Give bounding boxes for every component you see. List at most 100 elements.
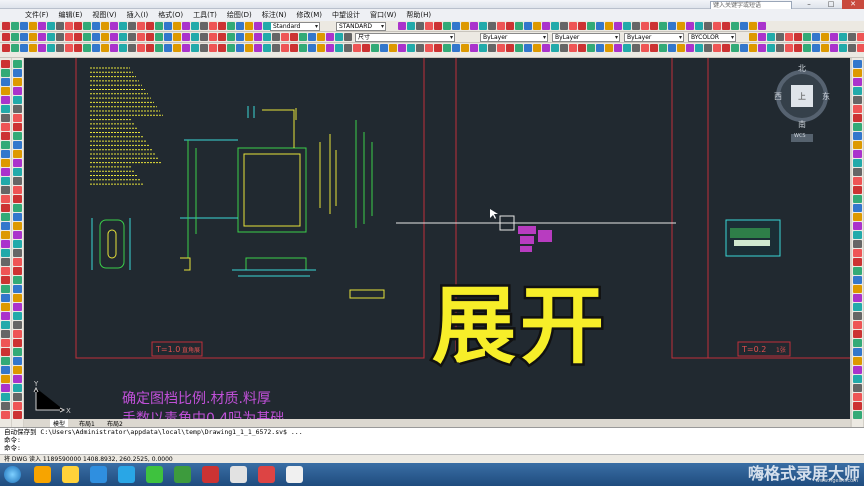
toolbar-tool-icon[interactable] (398, 22, 406, 30)
toolbar-tool-icon[interactable] (236, 44, 244, 52)
toolbar-tool-icon[interactable] (470, 22, 478, 30)
side-tool-icon[interactable] (1, 231, 10, 239)
toolbar-tool-icon[interactable] (470, 44, 478, 52)
toolbar-tool-icon[interactable] (596, 44, 604, 52)
toolbar-tool-icon[interactable] (254, 44, 262, 52)
toolbar-tool-icon[interactable] (173, 22, 181, 30)
toolbar-tool-icon[interactable] (731, 22, 739, 30)
toolbar-tool-icon[interactable] (101, 44, 109, 52)
toolbar-tool-icon[interactable] (749, 44, 757, 52)
side-tool-icon[interactable] (13, 240, 22, 248)
side-tool-icon[interactable] (853, 240, 862, 248)
toolbar-tool-icon[interactable] (128, 33, 136, 41)
side-tool-icon[interactable] (1, 312, 10, 320)
toolbar-tool-icon[interactable] (533, 44, 541, 52)
toolbar-tool-icon[interactable] (416, 22, 424, 30)
toolbar-tool-icon[interactable] (695, 22, 703, 30)
side-tool-icon[interactable] (853, 330, 862, 338)
toolbar-tool-icon[interactable] (614, 22, 622, 30)
side-tool-icon[interactable] (853, 204, 862, 212)
compass-west[interactable]: 西 (774, 91, 782, 102)
toolbar-tool-icon[interactable] (20, 22, 28, 30)
side-tool-icon[interactable] (1, 330, 10, 338)
taskbar-app-icon[interactable] (90, 466, 107, 483)
toolbar-tool-icon[interactable] (749, 33, 757, 41)
side-tool-icon[interactable] (853, 249, 862, 257)
side-tool-icon[interactable] (13, 375, 22, 383)
side-tool-icon[interactable] (1, 294, 10, 302)
toolbar-tool-icon[interactable] (857, 33, 864, 41)
toolbar-tool-icon[interactable] (560, 22, 568, 30)
side-tool-icon[interactable] (853, 294, 862, 302)
side-tool-icon[interactable] (853, 123, 862, 131)
toolbar-tool-icon[interactable] (254, 22, 262, 30)
compass-east[interactable]: 东 (822, 91, 830, 102)
side-tool-icon[interactable] (1, 114, 10, 122)
toolbar-tool-icon[interactable] (353, 44, 361, 52)
text-style-dropdown[interactable]: Standard (270, 22, 320, 31)
menu-help[interactable]: 帮助(H) (401, 10, 436, 20)
menu-draw[interactable]: 绘图(D) (222, 10, 257, 20)
toolbar-tool-icon[interactable] (281, 44, 289, 52)
toolbar-tool-icon[interactable] (857, 44, 864, 52)
toolbar-tool-icon[interactable] (200, 22, 208, 30)
toolbar-tool-icon[interactable] (794, 33, 802, 41)
side-tool-icon[interactable] (853, 321, 862, 329)
toolbar-tool-icon[interactable] (389, 44, 397, 52)
toolbar-tool-icon[interactable] (731, 44, 739, 52)
toolbar-tool-icon[interactable] (650, 44, 658, 52)
side-tool-icon[interactable] (1, 105, 10, 113)
toolbar-tool-icon[interactable] (227, 44, 235, 52)
view-cube-top-face[interactable]: 上 (798, 91, 806, 102)
toolbar-tool-icon[interactable] (569, 22, 577, 30)
toolbar-tool-icon[interactable] (659, 44, 667, 52)
toolbar-tool-icon[interactable] (182, 22, 190, 30)
toolbar-tool-icon[interactable] (569, 44, 577, 52)
side-tool-icon[interactable] (853, 258, 862, 266)
toolbar-tool-icon[interactable] (686, 44, 694, 52)
toolbar-tool-icon[interactable] (317, 44, 325, 52)
side-tool-icon[interactable] (1, 321, 10, 329)
compass-north[interactable]: 北 (798, 63, 806, 74)
side-tool-icon[interactable] (1, 375, 10, 383)
side-tool-icon[interactable] (853, 375, 862, 383)
toolbar-tool-icon[interactable] (515, 22, 523, 30)
toolbar-tool-icon[interactable] (830, 33, 838, 41)
side-tool-icon[interactable] (1, 195, 10, 203)
side-tool-icon[interactable] (853, 411, 862, 419)
side-tool-icon[interactable] (1, 240, 10, 248)
toolbar-tool-icon[interactable] (434, 44, 442, 52)
toolbar-tool-icon[interactable] (722, 44, 730, 52)
dim-style-dropdown[interactable]: STANDARD (336, 22, 386, 31)
side-tool-icon[interactable] (13, 321, 22, 329)
side-tool-icon[interactable] (13, 348, 22, 356)
toolbar-tool-icon[interactable] (2, 22, 10, 30)
toolbar-tool-icon[interactable] (785, 44, 793, 52)
toolbar-tool-icon[interactable] (101, 22, 109, 30)
side-tool-icon[interactable] (1, 348, 10, 356)
toolbar-tool-icon[interactable] (146, 44, 154, 52)
toolbar-tool-icon[interactable] (191, 44, 199, 52)
toolbar-tool-icon[interactable] (362, 44, 370, 52)
toolbar-tool-icon[interactable] (236, 33, 244, 41)
toolbar-tool-icon[interactable] (290, 33, 298, 41)
toolbar-tool-icon[interactable] (245, 22, 253, 30)
toolbar-tool-icon[interactable] (668, 44, 676, 52)
toolbar-tool-icon[interactable] (308, 33, 316, 41)
side-tool-icon[interactable] (13, 141, 22, 149)
toolbar-tool-icon[interactable] (758, 22, 766, 30)
toolbar-tool-icon[interactable] (767, 44, 775, 52)
side-tool-icon[interactable] (853, 303, 862, 311)
side-tool-icon[interactable] (13, 312, 22, 320)
linetype-dropdown[interactable]: ByLayer (552, 33, 620, 42)
toolbar-tool-icon[interactable] (794, 44, 802, 52)
side-tool-icon[interactable] (13, 132, 22, 140)
toolbar-tool-icon[interactable] (506, 22, 514, 30)
taskbar-app-icon[interactable] (174, 466, 191, 483)
toolbar-tool-icon[interactable] (623, 44, 631, 52)
toolbar-tool-icon[interactable] (704, 22, 712, 30)
toolbar-tool-icon[interactable] (443, 22, 451, 30)
toolbar-tool-icon[interactable] (20, 44, 28, 52)
side-tool-icon[interactable] (13, 123, 22, 131)
toolbar-tool-icon[interactable] (632, 44, 640, 52)
